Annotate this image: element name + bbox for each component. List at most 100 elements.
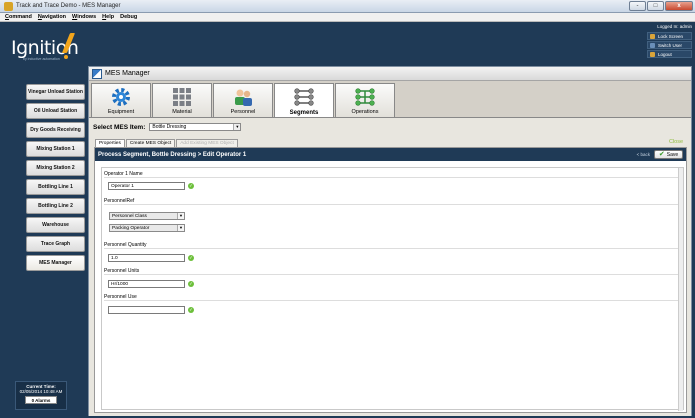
- menu-debug-label: Debug: [120, 14, 138, 20]
- back-link[interactable]: < back: [637, 152, 650, 157]
- close-link[interactable]: Close: [669, 139, 683, 145]
- menubar: Command Navigation Windows Help Debug: [0, 13, 695, 22]
- tab-operations-label: Operations: [351, 109, 379, 115]
- menu-help[interactable]: Help: [102, 14, 114, 20]
- personnel-ref-type-value: Personnel Class: [112, 214, 147, 219]
- personnel-ref-value-dropdown[interactable]: Packing Operator ▼: [109, 224, 185, 232]
- maximize-button[interactable]: □: [647, 1, 664, 11]
- tab-material-label: Material: [172, 109, 192, 115]
- personnel-units-input[interactable]: Hr/1000: [108, 280, 185, 288]
- select-mes-item-row: Select MES Item: Bottle Dressing ▼: [93, 123, 242, 131]
- panel-title: Process Segment, Bottle Dressing > Edit …: [98, 151, 247, 158]
- tab-equipment-label: Equipment: [107, 109, 135, 115]
- tab-segments-label: Segments: [289, 110, 319, 116]
- sub-tabs: Properties Create MES Object Add Existin…: [95, 139, 239, 147]
- sidebar-item-bottling-line-2[interactable]: Bottling Line 2: [26, 198, 85, 214]
- app-icon: [4, 1, 13, 11]
- subtab-create-mes-object[interactable]: Create MES Object: [125, 139, 176, 147]
- sidebar-item-warehouse[interactable]: Warehouse: [26, 217, 85, 233]
- tab-material[interactable]: Material: [152, 83, 212, 117]
- personnel-ref-value: Packing Operator: [112, 226, 150, 231]
- operator-name-label: Operator 1 Name: [104, 171, 682, 178]
- switch-user-button[interactable]: Switch User: [647, 41, 692, 49]
- sidebar-item-mixing-station-1[interactable]: Mixing Station 1: [26, 141, 85, 157]
- window-controls: - □ x: [629, 1, 693, 11]
- sidebar-item-mixing-station-2[interactable]: Mixing Station 2: [26, 160, 85, 176]
- subtab-add-existing-mes-object[interactable]: Add Existing MES Object: [176, 139, 238, 147]
- sidebar-item-oil-unload-station[interactable]: Oil Unload Station: [26, 103, 85, 119]
- operator-form: Operator 1 Name Operator 1 ✓ PersonnelRe…: [101, 167, 684, 411]
- personnel-use-label: Personnel Use: [104, 294, 682, 301]
- personnel-quantity-label: Personnel Quantity: [104, 242, 682, 249]
- sidebar-item-dry-goods-receiving[interactable]: Dry Goods Receiving: [26, 122, 85, 138]
- menu-navigation-label: avigation: [41, 14, 67, 20]
- tab-equipment[interactable]: Equipment: [91, 83, 151, 117]
- lock-screen-button[interactable]: Lock Screen: [647, 32, 692, 40]
- sidebar-item-trace-graph[interactable]: Trace Graph: [26, 236, 85, 252]
- menu-windows[interactable]: Windows: [72, 14, 96, 20]
- tab-segments[interactable]: Segments: [274, 83, 334, 118]
- personnel-ref-type-dropdown[interactable]: Personnel Class ▼: [109, 212, 185, 220]
- menu-command-label: ommand: [8, 14, 32, 20]
- save-label: Save: [666, 151, 679, 158]
- logo-subtitle: by inductive automation: [23, 57, 60, 61]
- personnel-use-input[interactable]: [108, 306, 185, 314]
- form-scrollbar[interactable]: [678, 168, 683, 411]
- subtab-properties[interactable]: Properties: [95, 139, 125, 147]
- menu-navigation[interactable]: Navigation: [38, 14, 66, 20]
- personnel-quantity-input[interactable]: 1.0: [108, 254, 185, 262]
- mes-manager-icon: [92, 68, 102, 79]
- window-title: Track and Trace Demo - MES Manager: [16, 3, 121, 9]
- mes-tabs: Equipment Material Personnel Segments Op…: [91, 83, 396, 118]
- chevron-down-icon: ▼: [177, 225, 184, 231]
- tab-content: Select MES Item: Bottle Dressing ▼ Prope…: [89, 117, 691, 416]
- checkmark-icon: ✔: [658, 150, 665, 158]
- valid-check-icon: ✓: [188, 307, 194, 313]
- sidebar-item-vinegar-unload-station[interactable]: Vinegar Unload Station: [26, 84, 85, 100]
- current-time-value: 02/05/2014 10:48 AM: [19, 389, 63, 394]
- panel-titlebar: Process Segment, Bottle Dressing > Edit …: [95, 148, 686, 161]
- menu-windows-label: indows: [77, 14, 97, 20]
- window-titlebar: Track and Trace Demo - MES Manager - □ x: [0, 0, 695, 13]
- current-time-box: Current Time: 02/05/2014 10:48 AM 0 Alar…: [15, 381, 67, 410]
- user-icon: [650, 42, 655, 48]
- grid-icon: [173, 88, 191, 106]
- valid-check-icon: ✓: [188, 183, 194, 189]
- logout-button[interactable]: Logout: [647, 50, 692, 58]
- minimize-button[interactable]: -: [629, 1, 646, 11]
- select-mes-item-label: Select MES Item:: [93, 123, 146, 131]
- alarms-button[interactable]: 0 Alarms: [25, 396, 57, 404]
- key-icon: [650, 51, 655, 57]
- gear-icon: [112, 88, 130, 106]
- select-mes-item-dropdown[interactable]: Bottle Dressing ▼: [149, 123, 242, 131]
- sidebar-item-bottling-line-1[interactable]: Bottling Line 1: [26, 179, 85, 195]
- menu-help-label: elp: [106, 14, 115, 20]
- valid-check-icon: ✓: [188, 281, 194, 287]
- logged-in-label: Logged In: admin: [657, 24, 692, 29]
- save-button[interactable]: ✔ Save: [654, 150, 683, 159]
- close-button[interactable]: x: [665, 1, 693, 11]
- chevron-down-icon: ▼: [233, 124, 241, 130]
- operator-name-input[interactable]: Operator 1: [108, 182, 185, 190]
- user-panel: Logged In: admin Lock Screen Switch User…: [647, 24, 692, 59]
- sidebar: Vinegar Unload Station Oil Unload Statio…: [0, 66, 88, 418]
- lock-screen-label: Lock Screen: [658, 33, 684, 39]
- menu-command[interactable]: Command: [5, 14, 32, 20]
- main-window: MES Manager Equipment Material Personnel…: [88, 66, 692, 416]
- personnel-ref-label: PersonnelRef: [104, 198, 682, 205]
- operations-icon: [355, 88, 375, 106]
- menu-debug[interactable]: Debug: [120, 14, 137, 20]
- valid-check-icon: ✓: [188, 255, 194, 261]
- switch-user-label: Switch User: [658, 42, 683, 48]
- people-icon: [235, 89, 252, 106]
- tab-personnel[interactable]: Personnel: [213, 83, 273, 117]
- personnel-units-label: Personnel Units: [104, 268, 682, 275]
- chevron-down-icon: ▼: [177, 213, 184, 219]
- sidebar-item-mes-manager[interactable]: MES Manager: [26, 255, 85, 271]
- select-mes-item-value: Bottle Dressing: [152, 124, 187, 130]
- main-title: MES Manager: [105, 70, 150, 77]
- header: Ignition by inductive automation: [0, 22, 695, 66]
- tab-operations[interactable]: Operations: [335, 83, 395, 117]
- logo-dot-mark: [64, 55, 68, 59]
- edit-panel: Process Segment, Bottle Dressing > Edit …: [94, 147, 687, 413]
